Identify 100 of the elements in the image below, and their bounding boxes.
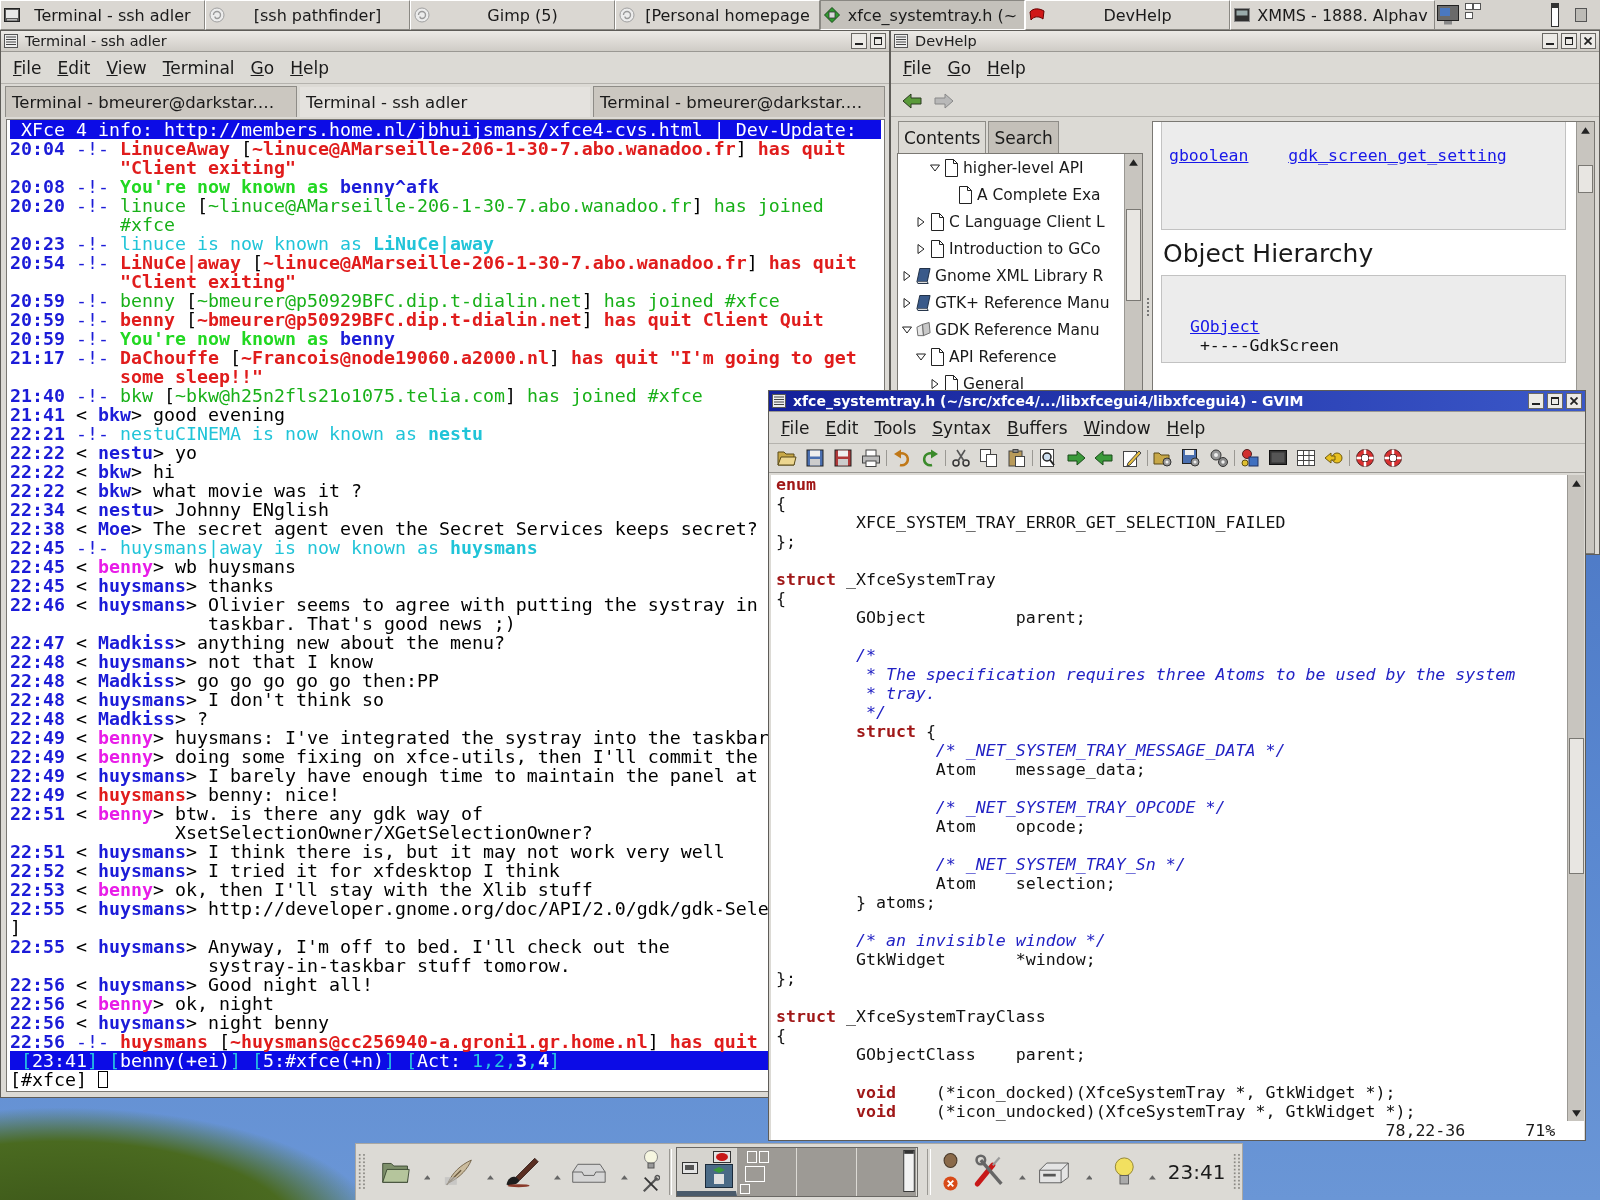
link[interactable]: gboolean <box>1169 146 1249 165</box>
caret-icon[interactable] <box>620 1174 628 1180</box>
menu-item[interactable]: Window <box>1075 417 1159 439</box>
redo-arrow-icon[interactable] <box>920 448 940 468</box>
menu-item[interactable]: File <box>773 417 818 439</box>
taskbar-button[interactable]: XMMS - 1888. Alphav <box>1230 0 1435 30</box>
monitor-icon[interactable] <box>1437 4 1459 25</box>
gears-icon[interactable] <box>1209 448 1229 468</box>
tab[interactable]: Terminal - bmeurer@darkstar.… <box>593 86 885 117</box>
paintbrush-icon[interactable] <box>504 1155 541 1189</box>
menu-item[interactable]: Buffers <box>999 417 1076 439</box>
pencil-icon[interactable] <box>1122 448 1142 468</box>
minimize-button[interactable] <box>1528 393 1544 409</box>
menu-item[interactable]: Help <box>1158 417 1214 439</box>
window-menu-icon[interactable] <box>4 34 18 48</box>
expander-arrow-icon[interactable] <box>902 270 912 281</box>
menu-item[interactable]: Edit <box>817 417 867 439</box>
workspace-button[interactable] <box>677 1148 738 1196</box>
tab[interactable]: Terminal - ssh adler <box>299 86 591 117</box>
taskbar-button[interactable]: xfce_systemtray.h (~ <box>820 0 1025 30</box>
tab[interactable]: Contents <box>898 121 987 153</box>
tree-item[interactable]: C Language Client L <box>916 211 1105 232</box>
tree-item[interactable]: Gnome XML Library R <box>902 265 1104 286</box>
link[interactable]: gdk_screen_get_setting <box>1288 146 1507 165</box>
menu-item[interactable]: Syntax <box>924 417 1000 439</box>
window-menu-icon[interactable] <box>772 394 786 408</box>
up-arrow-icon[interactable] <box>1580 126 1591 135</box>
square-icon[interactable] <box>1575 7 1587 22</box>
floppy-disks-icon[interactable] <box>833 448 853 468</box>
lightbulb-icon[interactable] <box>641 1150 660 1170</box>
ball-icon[interactable] <box>943 1153 959 1168</box>
close-button[interactable] <box>1580 33 1596 49</box>
table-icon[interactable] <box>1296 448 1316 468</box>
taskbar-button[interactable]: [ssh pathfinder] <box>205 0 410 30</box>
up-arrow-icon[interactable] <box>1570 479 1582 488</box>
taskbar-button[interactable]: DevHelp <box>1025 0 1230 30</box>
shapes-icon[interactable] <box>1240 448 1260 468</box>
caret-icon[interactable] <box>554 1174 561 1180</box>
menu-item[interactable]: File <box>895 57 940 79</box>
caret-icon[interactable] <box>423 1174 431 1180</box>
menu-item[interactable]: Help <box>979 57 1034 79</box>
down-arrow-icon[interactable] <box>1570 1109 1582 1118</box>
menu-item[interactable]: Go <box>939 57 980 79</box>
menu-item[interactable]: Terminal <box>154 57 243 79</box>
tools-icon[interactable] <box>641 1174 660 1194</box>
expander-arrow-icon[interactable] <box>902 324 912 335</box>
workspace-button[interactable] <box>857 1148 918 1196</box>
expander-arrow-icon[interactable] <box>930 378 940 389</box>
link[interactable]: GObject <box>1190 317 1260 336</box>
maximize-button[interactable] <box>870 33 886 49</box>
editor-area[interactable] <box>771 475 1567 1121</box>
menu-item[interactable]: View <box>98 57 155 79</box>
menu-item[interactable]: File <box>5 57 50 79</box>
taskbar-button[interactable]: Gimp (5) <box>410 0 615 30</box>
menu-item[interactable]: Help <box>282 57 337 79</box>
scrollbar[interactable] <box>1567 475 1584 1121</box>
tree-item[interactable]: API Reference <box>916 346 1057 367</box>
input-field[interactable]: [#xfce] <box>10 1070 108 1089</box>
menu-item[interactable]: Tools <box>866 417 925 439</box>
caret-icon[interactable] <box>1085 1174 1093 1180</box>
up-arrow-icon[interactable] <box>1128 158 1139 167</box>
maximize-button[interactable] <box>1547 393 1563 409</box>
quill-icon[interactable] <box>444 1156 474 1188</box>
tab[interactable]: Search <box>988 121 1059 153</box>
floppy-gear-icon[interactable] <box>1181 448 1201 468</box>
tree-item[interactable]: GTK+ Reference Manu <box>902 292 1110 313</box>
expander-arrow-icon[interactable] <box>916 243 926 254</box>
scrollbar-thumb[interactable] <box>1578 165 1593 193</box>
tree-item[interactable]: A Complete Exa <box>944 184 1101 205</box>
scrollbar-thumb[interactable] <box>1568 738 1584 874</box>
scissors-icon[interactable] <box>951 448 971 468</box>
lifebuoy-icon[interactable] <box>1355 448 1375 468</box>
scrollbar-thumb[interactable] <box>1126 209 1141 301</box>
taskbar-button[interactable]: [Personal homepage <box>615 0 820 30</box>
copy-icon[interactable] <box>979 448 999 468</box>
mini-window-icon[interactable] <box>903 1150 916 1192</box>
folder-icon[interactable] <box>777 448 797 468</box>
window-menu-icon[interactable] <box>894 34 908 48</box>
mini-window-icon[interactable] <box>705 1164 734 1188</box>
maximize-button[interactable] <box>1561 33 1577 49</box>
printer-icon[interactable] <box>861 448 881 468</box>
expander-arrow-icon[interactable] <box>916 216 926 227</box>
lifebuoy-icon[interactable] <box>1383 448 1403 468</box>
monitor-icon[interactable] <box>1268 448 1288 468</box>
tree-item[interactable]: Introduction to GCo <box>916 238 1101 259</box>
expander-arrow-icon[interactable] <box>902 297 912 308</box>
close-button[interactable] <box>1566 393 1582 409</box>
grip-icon[interactable] <box>1145 296 1150 317</box>
expander-arrow-icon[interactable] <box>930 162 940 173</box>
mini-window-icon[interactable] <box>713 1151 732 1163</box>
taskbar-button[interactable]: Terminal - ssh adler <box>0 0 205 30</box>
minimize-button[interactable] <box>1542 33 1558 49</box>
expander-arrow-icon[interactable] <box>916 351 926 362</box>
menu-item[interactable]: Go <box>242 57 283 79</box>
minimize-button[interactable] <box>851 33 867 49</box>
caret-icon[interactable] <box>487 1174 495 1180</box>
paste-icon[interactable] <box>1007 448 1027 468</box>
mini-window-icon[interactable] <box>682 1162 699 1174</box>
tab[interactable]: Terminal - bmeurer@darkstar.… <box>5 86 297 117</box>
menu-item[interactable]: Edit <box>49 57 99 79</box>
